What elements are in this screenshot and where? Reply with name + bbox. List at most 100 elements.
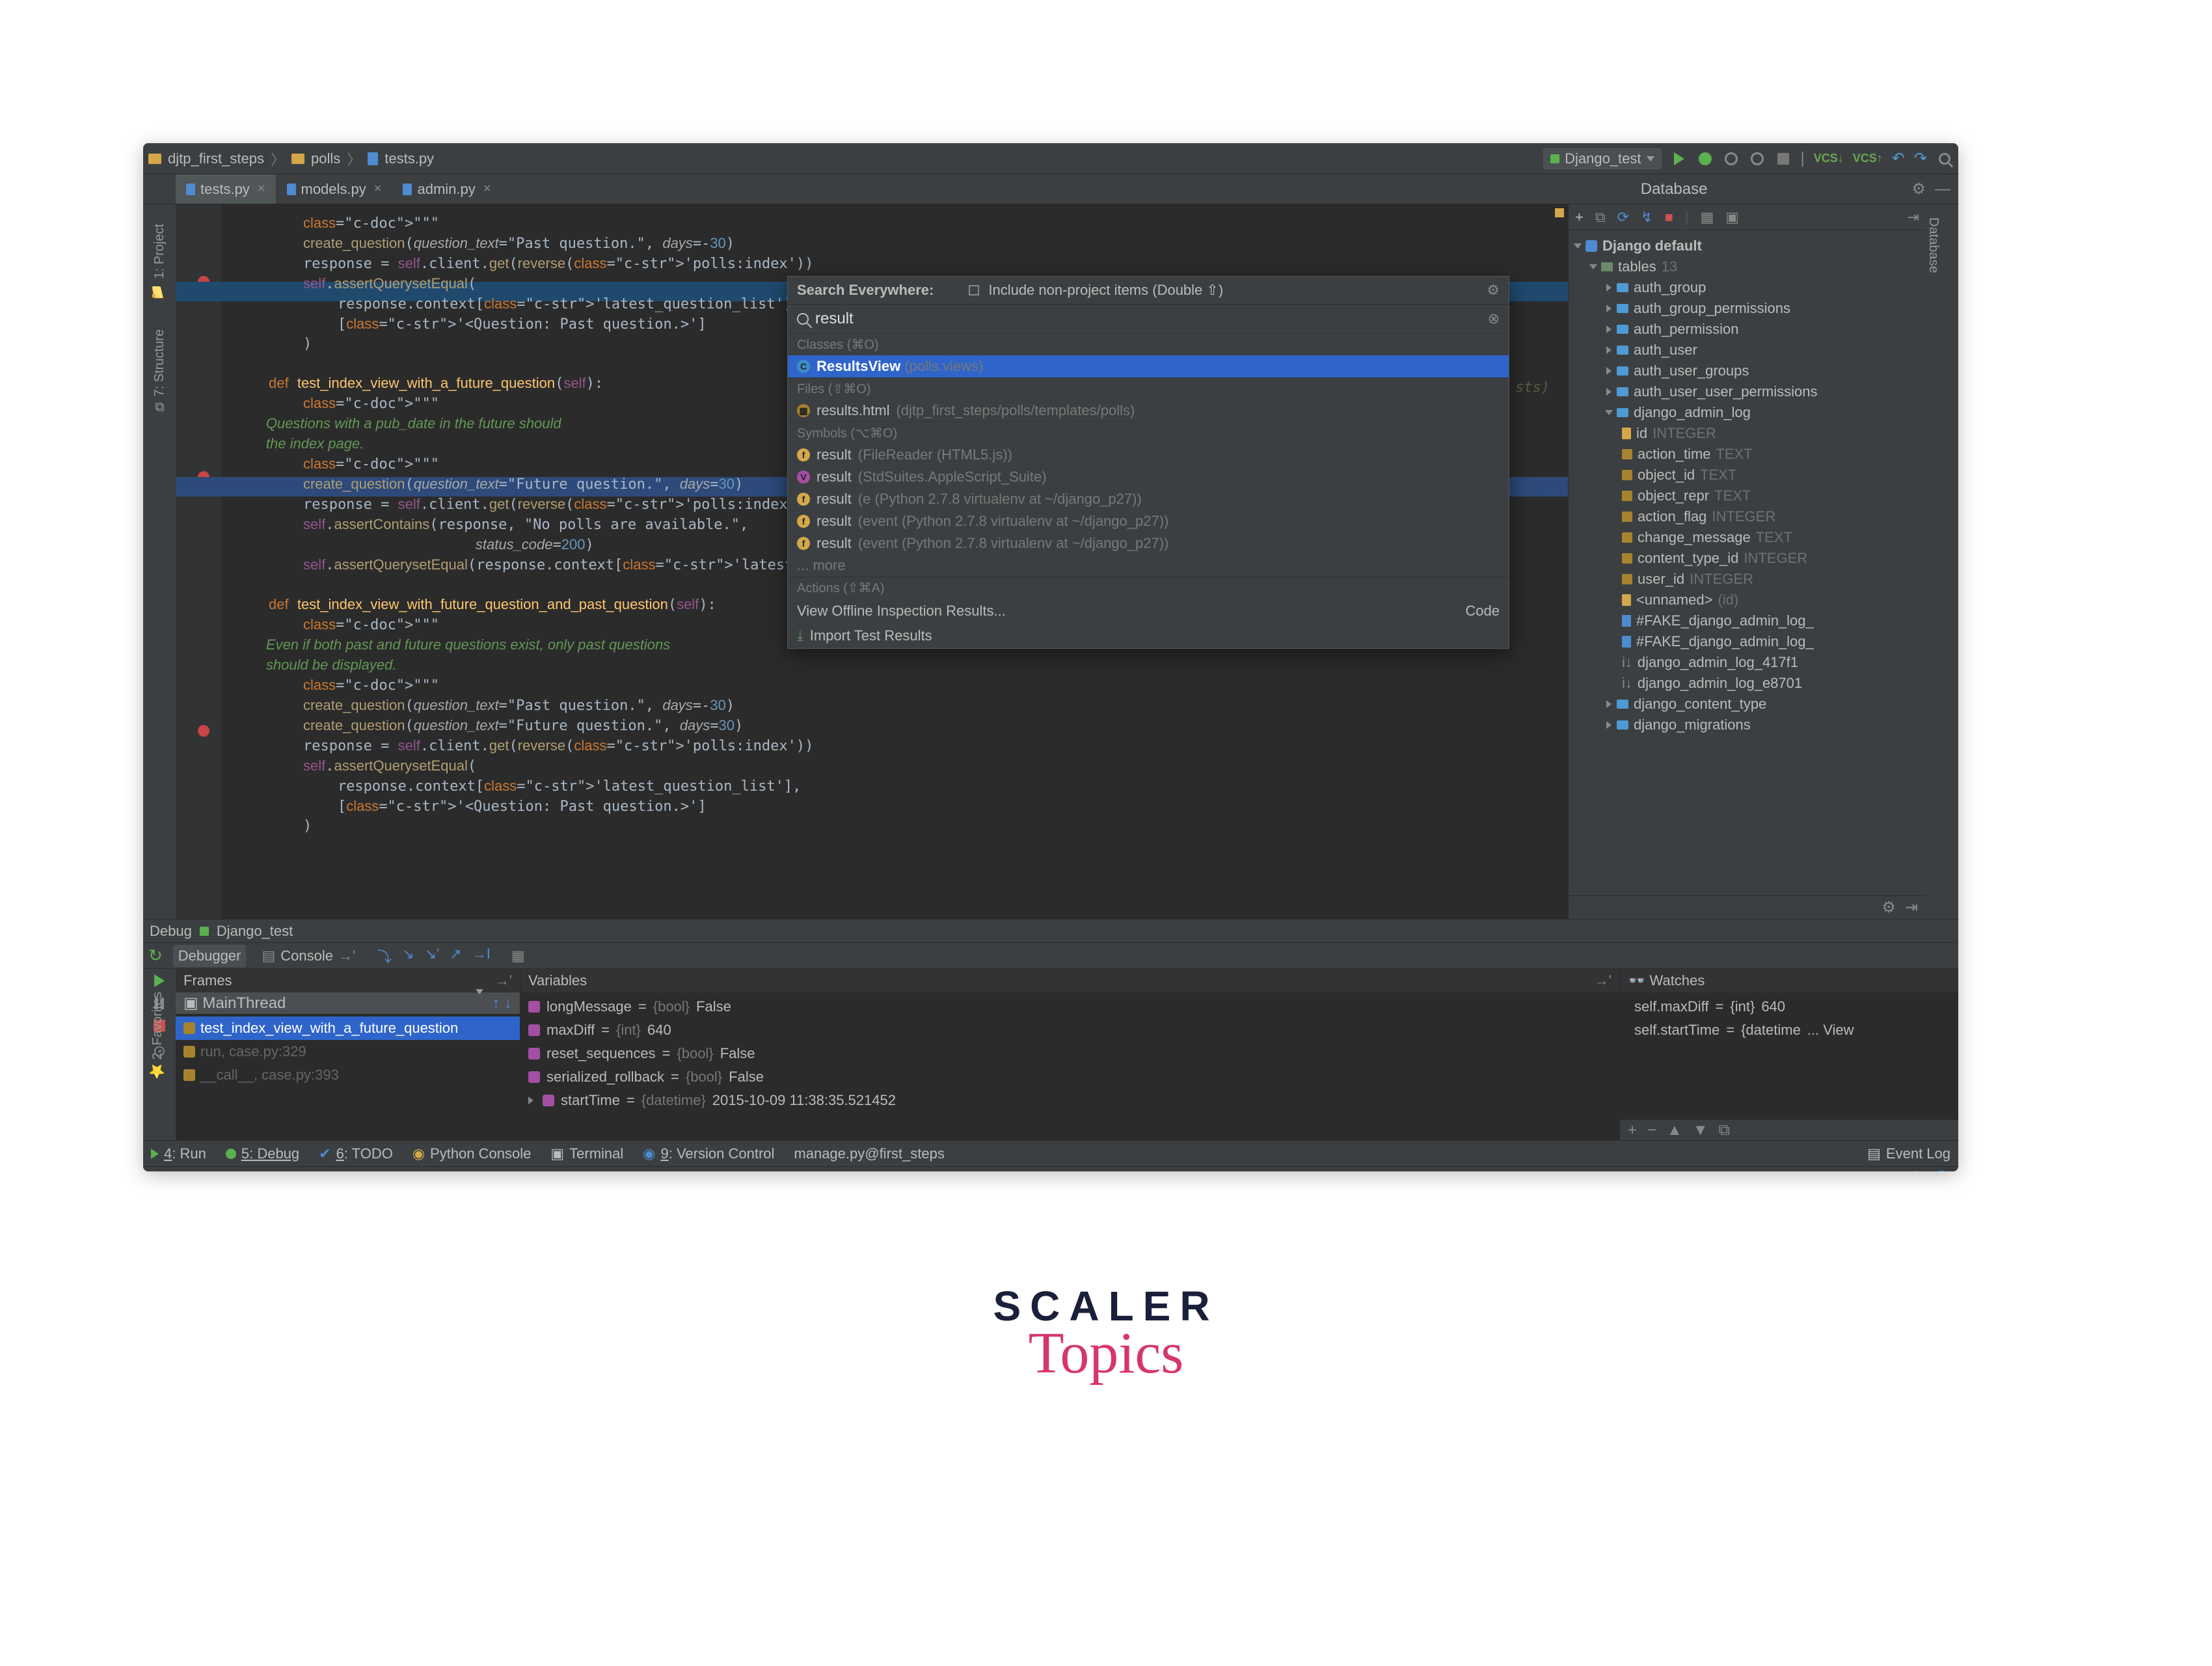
profiler-button[interactable] — [1749, 150, 1766, 167]
database-tool-button[interactable]: Database — [1926, 204, 1941, 273]
chevron-down-icon[interactable] — [1574, 243, 1582, 249]
stack-frame[interactable]: __call__, case.py:393 — [176, 1063, 520, 1087]
action-import-results[interactable]: ⤓ Import Test Results — [788, 623, 1509, 648]
move-up-button[interactable]: ▲ — [1667, 1121, 1682, 1140]
stop-button[interactable]: ■ — [1664, 209, 1673, 226]
project-tool-button[interactable]: 📁 1: Project — [152, 224, 167, 303]
run-tool-button[interactable]: 4: Run — [151, 1145, 206, 1162]
table-view-button[interactable]: ▦ — [1700, 209, 1714, 226]
breadcrumb-folder[interactable]: polls — [311, 150, 340, 167]
minimize-icon[interactable]: — — [1935, 180, 1950, 198]
prev-frame-button[interactable]: ↑ — [492, 994, 500, 1012]
stack-frame[interactable]: test_index_view_with_a_future_question — [176, 1017, 520, 1040]
encoding[interactable]: UTF-8 — [1757, 1170, 1797, 1172]
variable-row[interactable]: serialized_rollback = {bool} False — [520, 1065, 1619, 1089]
action-view-offline[interactable]: View Offline Inspection Results... Code — [788, 599, 1509, 623]
chevron-right-icon[interactable] — [1606, 388, 1612, 396]
close-icon[interactable]: × — [374, 182, 382, 197]
table-row[interactable]: auth_permission — [1569, 319, 1926, 340]
search-result-class[interactable]: C ResultsView (polls.views) — [788, 355, 1509, 377]
rerun-button[interactable] — [154, 974, 165, 987]
gear-icon[interactable]: ⚙ — [1487, 282, 1500, 299]
table-row[interactable]: django_migrations — [1569, 715, 1926, 735]
column-row[interactable]: object_repr TEXT — [1569, 485, 1926, 506]
move-down-button[interactable]: ▼ — [1693, 1121, 1708, 1140]
chevron-down-icon[interactable] — [1589, 264, 1597, 269]
run-config-selector[interactable]: Django_test — [1543, 148, 1661, 169]
inspection-indicator[interactable] — [1555, 208, 1564, 217]
watches-list[interactable]: self.maxDiff = {int} 640self.startTime =… — [1620, 992, 1958, 1119]
table-row[interactable]: auth_group_permissions — [1569, 298, 1926, 319]
search-result-symbol[interactable]: fresult (FileReader (HTML5.js)) — [788, 444, 1509, 466]
chevron-right-icon[interactable] — [1606, 325, 1612, 333]
run-to-cursor-button[interactable]: →I — [472, 946, 491, 966]
chevron-right-icon[interactable] — [1606, 721, 1612, 729]
inspector-icon[interactable]: 👤 — [1933, 1170, 1950, 1172]
step-into-button[interactable]: ↘ — [402, 946, 414, 966]
vcs-commit-icon[interactable]: VCS↑ — [1853, 152, 1883, 165]
thread-selector[interactable]: ▣ MainThread ↑ ↓ — [176, 992, 520, 1014]
line-separator[interactable]: LF — [1720, 1170, 1737, 1172]
search-result-symbol[interactable]: fresult (e (Python 2.7.8 virtualenv at ~… — [788, 488, 1509, 510]
coverage-button[interactable] — [1723, 150, 1740, 167]
search-result-symbol[interactable]: Vresult (StdSuites.AppleScript_Suite) — [788, 466, 1509, 488]
stop-button[interactable] — [1775, 150, 1792, 167]
undo-button[interactable]: ↶ — [1892, 149, 1905, 168]
editor-tab-tests[interactable]: tests.py × — [176, 174, 276, 204]
minimize-icon[interactable]: →' — [1595, 972, 1612, 989]
table-row[interactable]: django_content_type — [1569, 694, 1926, 715]
editor-tab-admin[interactable]: admin.py × — [392, 174, 502, 204]
lock-icon[interactable]: 🔒 — [1907, 1170, 1924, 1172]
table-name[interactable]: django_admin_log — [1634, 402, 1751, 423]
step-over-button[interactable]: ⤵ — [377, 946, 392, 966]
refresh-button[interactable]: ⟳ — [1617, 209, 1629, 226]
clear-icon[interactable]: ⊗ — [1488, 310, 1500, 327]
search-result-file[interactable]: ▦ results.html (djtp_first_steps/polls/t… — [788, 400, 1509, 422]
variable-row[interactable]: maxDiff = {int} 640 — [520, 1018, 1619, 1042]
next-frame-button[interactable]: ↓ — [504, 994, 512, 1012]
column-row[interactable]: content_type_id INTEGER — [1569, 548, 1926, 569]
breadcrumb-file[interactable]: tests.py — [384, 150, 434, 167]
duplicate-button[interactable]: ⧉ — [1595, 209, 1606, 226]
todo-tool-button[interactable]: ✔6: TODO — [319, 1145, 393, 1162]
frames-list[interactable]: test_index_view_with_a_future_questionru… — [176, 1014, 520, 1140]
breadcrumb-root[interactable]: djtp_first_steps — [168, 150, 264, 167]
run-button[interactable] — [1671, 150, 1688, 167]
debug-tool-button[interactable]: 5: Debug — [226, 1145, 299, 1162]
favorites-tool-button[interactable]: ⭐ 2: Favorites — [150, 992, 165, 1079]
chevron-right-icon[interactable] — [1606, 346, 1612, 354]
search-input[interactable] — [815, 310, 1481, 328]
step-into-my-button[interactable]: ↘' — [425, 946, 440, 966]
redo-button[interactable]: ↷ — [1914, 149, 1927, 168]
vcs-tool-button[interactable]: ◉9: Version Control — [643, 1145, 774, 1162]
chevron-right-icon[interactable] — [1606, 305, 1612, 312]
table-row[interactable]: auth_user_groups — [1569, 361, 1926, 381]
chevron-right-icon[interactable] — [1606, 367, 1612, 375]
caret-position[interactable]: 34:9 — [1680, 1170, 1708, 1172]
column-row[interactable]: id INTEGER — [1569, 423, 1926, 444]
search-more[interactable]: ... more — [788, 554, 1509, 577]
editor-tab-models[interactable]: models.py × — [276, 174, 393, 204]
copy-button[interactable]: ⧉ — [1719, 1121, 1730, 1140]
manage-py-button[interactable]: manage.py@first_steps — [794, 1145, 944, 1162]
console-button[interactable]: ▣ — [1725, 209, 1739, 226]
chevron-right-icon[interactable] — [528, 1097, 533, 1104]
index-row[interactable]: i↓django_admin_log_417f1 — [1569, 652, 1926, 673]
collapse-button[interactable]: ⇥ — [1908, 209, 1919, 226]
more-icon[interactable]: ⇥ — [1905, 898, 1918, 917]
close-icon[interactable]: × — [258, 182, 265, 197]
debug-button[interactable] — [1697, 150, 1714, 167]
gear-icon[interactable]: ⚙ — [1882, 898, 1896, 917]
resume-button[interactable]: ↻ — [148, 946, 163, 966]
python-console-button[interactable]: ◉Python Console — [412, 1145, 532, 1162]
table-row[interactable]: auth_user_user_permissions — [1569, 381, 1926, 402]
variable-row[interactable]: startTime = {datetime} 2015-10-09 11:38:… — [520, 1089, 1619, 1112]
chevron-right-icon[interactable] — [1606, 284, 1612, 292]
fk-row[interactable]: #FAKE_django_admin_log_ — [1569, 610, 1926, 631]
sync-button[interactable]: ↯ — [1641, 209, 1652, 226]
git-branch[interactable]: Git: master — [1817, 1170, 1887, 1172]
gear-icon[interactable]: ⚙ — [1911, 180, 1926, 198]
search-result-symbol[interactable]: fresult (event (Python 2.7.8 virtualenv … — [788, 532, 1509, 554]
console-tab[interactable]: ▤Console →' — [256, 945, 360, 967]
checkbox[interactable] — [969, 285, 979, 295]
